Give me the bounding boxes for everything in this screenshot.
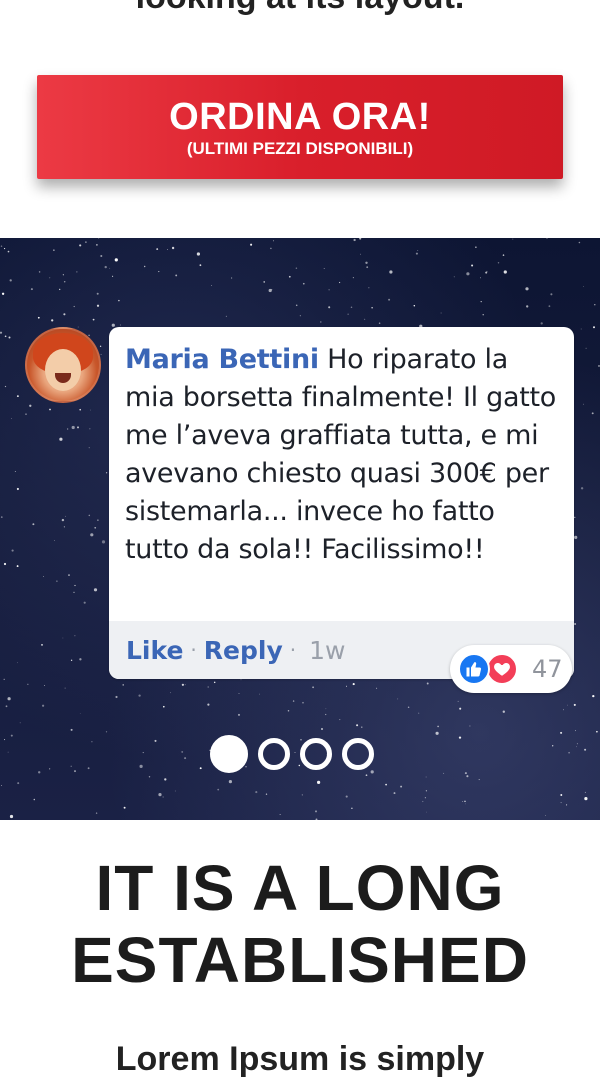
partial-body-text: Lorem Ipsum is simply: [115, 1040, 485, 1078]
reply-link[interactable]: Reply: [204, 636, 283, 665]
comment-body: Maria Bettini Ho riparato la mia borsett…: [109, 327, 574, 569]
reactions-count: 47: [532, 655, 563, 683]
last-pieces-label: (ULTIMI PEZZI DISPONIBILI): [186, 139, 414, 158]
carousel-dot[interactable]: [342, 738, 374, 770]
comment-card: Maria Bettini Ho riparato la mia borsett…: [109, 327, 574, 693]
like-link[interactable]: Like: [126, 636, 183, 665]
comment-text: Ho riparato la mia borsetta finalmente! …: [125, 344, 556, 565]
comment-author[interactable]: Maria Bettini: [125, 344, 319, 375]
carousel-pagination: [210, 735, 374, 773]
comment-time: 1w: [309, 635, 346, 665]
reactions-summary[interactable]: 47: [450, 645, 572, 693]
section-headline: IT IS A LONG ESTABLISHED: [71, 852, 529, 996]
order-now-button[interactable]: ORDINA ORA! (ULTIMI PEZZI DISPONIBILI): [37, 75, 563, 179]
testimonial-carousel: Maria Bettini Ho riparato la mia borsett…: [0, 238, 600, 820]
partial-heading-text: looking at its layout.: [0, 0, 600, 17]
avatar: [25, 327, 101, 403]
carousel-dot[interactable]: [210, 735, 248, 773]
like-reaction-icon: [458, 653, 490, 685]
carousel-dot[interactable]: [258, 738, 290, 770]
order-now-label: ORDINA ORA!: [169, 96, 431, 138]
separator-dot: ·: [289, 638, 297, 662]
separator-dot: ·: [190, 638, 197, 662]
carousel-dot[interactable]: [300, 738, 332, 770]
love-reaction-icon: [486, 653, 518, 685]
